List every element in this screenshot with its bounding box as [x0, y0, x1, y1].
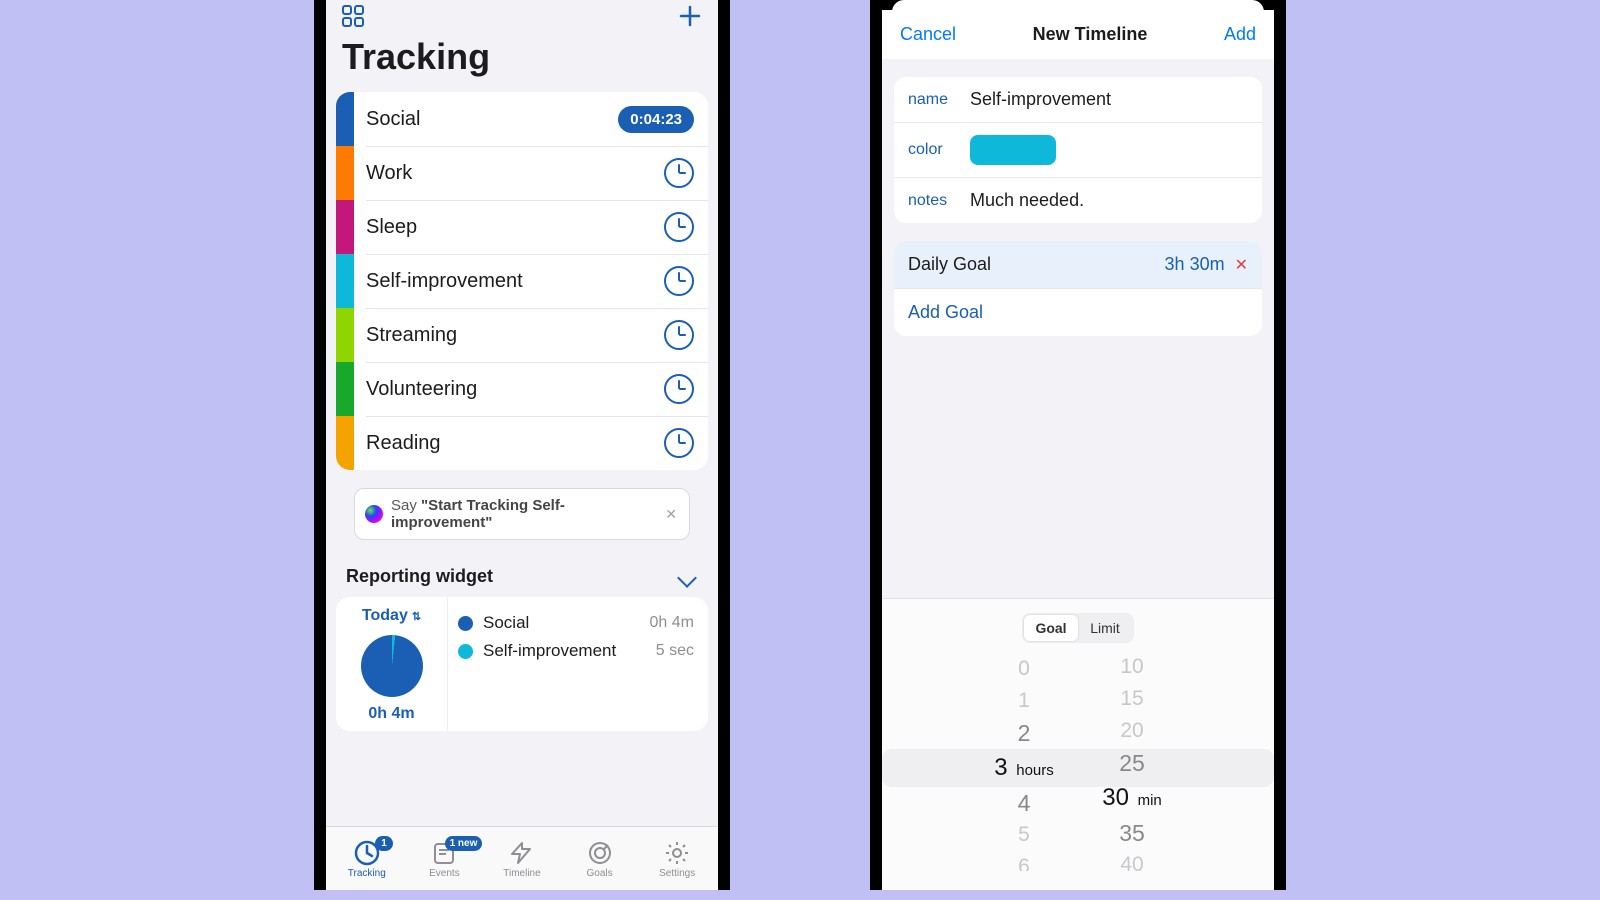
hours-wheel[interactable]: 0123 hours456 [984, 651, 1064, 871]
row-label: Self-improvement [354, 270, 664, 293]
color-bar [336, 416, 354, 470]
siri-suggestion[interactable]: Say "Start Tracking Self-improvement" ✕ [354, 488, 690, 540]
goal-limit-segmented[interactable]: Goal Limit [1022, 613, 1134, 643]
color-bar [336, 146, 354, 200]
row-label: Sleep [354, 216, 664, 239]
timeline-list: Social0:04:23 Work Sleep Self-improvement St… [336, 92, 708, 470]
legend-row: Social0h 4m [458, 609, 694, 637]
start-timer-icon[interactable] [664, 320, 694, 350]
widget-total: 0h 4m [368, 705, 414, 723]
field-color[interactable]: color [894, 122, 1262, 177]
tab-settings[interactable]: Settings [647, 840, 707, 879]
field-name[interactable]: name Self-improvement [894, 77, 1262, 122]
tab-timeline[interactable]: Timeline [492, 840, 552, 879]
row-label: Social [354, 108, 618, 131]
start-timer-icon[interactable] [664, 266, 694, 296]
legend-dot [458, 644, 473, 659]
field-notes[interactable]: notes Much needed. [894, 177, 1262, 223]
color-bar [336, 362, 354, 416]
name-input[interactable]: Self-improvement [964, 89, 1111, 110]
tab-goals[interactable]: Goals [570, 840, 630, 879]
timeline-row[interactable]: Volunteering [336, 362, 708, 416]
timeline-row[interactable]: Reading [336, 416, 708, 470]
modal-grabber [882, 0, 1274, 10]
tab-bar: 1 Tracking 1 new Events Timelin [326, 826, 718, 890]
badge: 1 new [445, 836, 483, 851]
siri-icon [365, 505, 383, 523]
screen-new-timeline: Cancel New Timeline Add name Self-improv… [882, 0, 1274, 890]
color-bar [336, 254, 354, 308]
reporting-widget-header[interactable]: Reporting widget [326, 540, 718, 597]
color-bar [336, 308, 354, 362]
legend-dot [458, 616, 473, 631]
goals-card: Daily Goal 3h 30m ✕ Add Goal [894, 241, 1262, 336]
period-selector[interactable]: Today⇅ [362, 607, 421, 625]
pie-chart [361, 635, 423, 697]
color-bar [336, 200, 354, 254]
section-title: Reporting widget [346, 566, 493, 587]
reporting-widget: Today⇅ 0h 4m Social0h 4mSelf-improvement… [336, 597, 708, 731]
badge: 1 [375, 836, 393, 851]
timeline-row[interactable]: Work [336, 146, 708, 200]
page-title: Tracking [326, 36, 718, 92]
widget-legend: Social0h 4mSelf-improvement5 sec [448, 597, 708, 731]
tab-tracking[interactable]: 1 Tracking [337, 840, 397, 879]
grid-icon[interactable] [342, 5, 364, 27]
row-label: Streaming [354, 324, 664, 347]
modal-title: New Timeline [1033, 24, 1148, 45]
segment-limit[interactable]: Limit [1078, 615, 1132, 641]
close-icon[interactable]: ✕ [663, 506, 679, 523]
start-timer-icon[interactable] [664, 428, 694, 458]
timeline-row[interactable]: Social0:04:23 [336, 92, 708, 146]
timeline-row[interactable]: Streaming [336, 308, 708, 362]
notes-input[interactable]: Much needed. [964, 190, 1084, 211]
timeline-row[interactable]: Sleep [336, 200, 708, 254]
start-timer-icon[interactable] [664, 374, 694, 404]
row-label: Volunteering [354, 378, 664, 401]
color-bar [336, 92, 354, 146]
delete-goal-icon[interactable]: ✕ [1235, 255, 1248, 275]
time-picker: Goal Limit 0123 hours456 1015202530 min3… [882, 598, 1274, 890]
add-goal-button[interactable]: Add Goal [894, 288, 1262, 336]
add-button[interactable]: Add [1224, 24, 1256, 45]
timeline-row[interactable]: Self-improvement [336, 254, 708, 308]
add-button[interactable] [678, 4, 702, 28]
goal-row-daily[interactable]: Daily Goal 3h 30m ✕ [894, 241, 1262, 288]
row-label: Work [354, 162, 664, 185]
segment-goal[interactable]: Goal [1024, 615, 1078, 641]
screen-tracking: Tracking Social0:04:23 Work Sleep Self-impr… [326, 0, 718, 890]
picker-selection-band [882, 749, 1274, 787]
start-timer-icon[interactable] [664, 158, 694, 188]
phone-right: Cancel New Timeline Add name Self-improv… [870, 0, 1286, 890]
minutes-wheel[interactable]: 1015202530 min35404550 [1092, 651, 1172, 871]
color-swatch[interactable] [970, 135, 1056, 165]
timeline-form: name Self-improvement color notes Much n… [894, 77, 1262, 223]
start-timer-icon[interactable] [664, 212, 694, 242]
siri-text: Say "Start Tracking Self-improvement" [391, 497, 655, 531]
tab-events[interactable]: 1 new Events [414, 840, 474, 879]
active-timer-pill[interactable]: 0:04:23 [618, 106, 694, 133]
legend-row: Self-improvement5 sec [458, 637, 694, 665]
cancel-button[interactable]: Cancel [900, 24, 956, 45]
row-label: Reading [354, 432, 664, 455]
phone-left: Tracking Social0:04:23 Work Sleep Self-impr… [314, 0, 730, 890]
chevron-down-icon [676, 571, 698, 583]
